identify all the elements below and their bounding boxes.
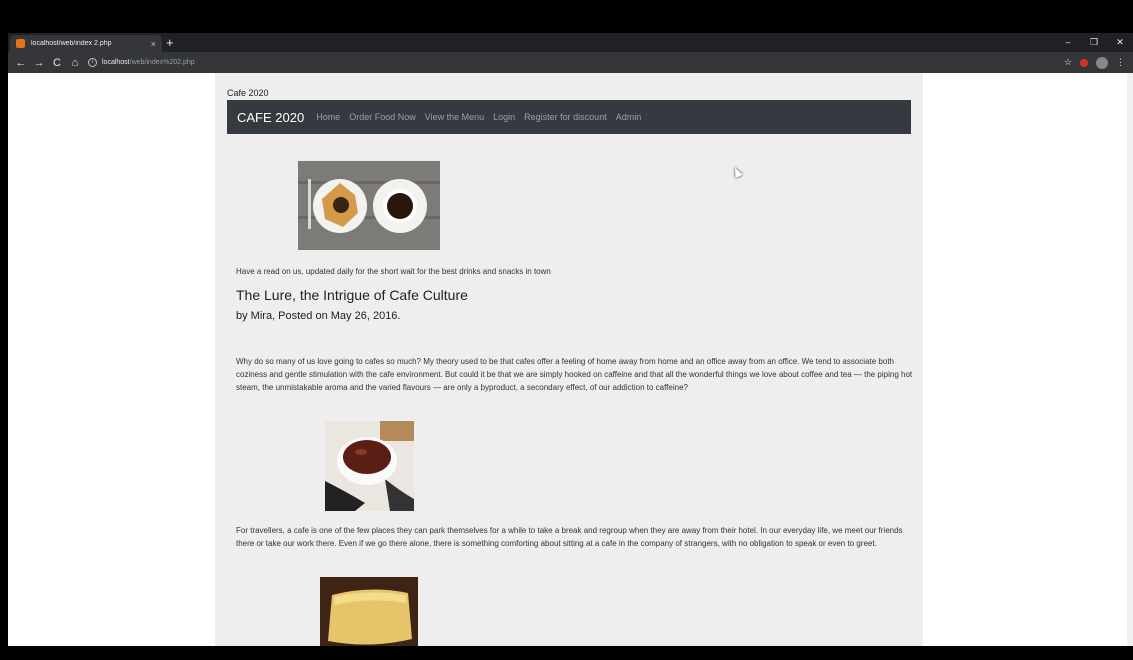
reload-button[interactable]: C <box>48 57 66 69</box>
tab-title: localhost/web/index 2.php <box>31 40 112 47</box>
nav-link-home[interactable]: Home <box>316 112 340 122</box>
article-title: The Lure, the Intrigue of Cafe Culture <box>236 287 468 303</box>
forward-button[interactable]: → <box>30 57 48 69</box>
favicon-icon <box>16 39 25 48</box>
minimize-button[interactable]: – <box>1055 35 1081 50</box>
browser-chrome: localhost/web/index 2.php × + – ❐ ✕ ← → … <box>8 33 1133 73</box>
close-window-button[interactable]: ✕ <box>1107 35 1133 50</box>
navbar: CAFE 2020 Home Order Food Now View the M… <box>227 100 911 134</box>
nav-link-order-food[interactable]: Order Food Now <box>349 112 416 122</box>
nav-link-view-menu[interactable]: View the Menu <box>425 112 484 122</box>
browser-toolbar: ← → C ⌂ i localhost/web/index%202.php ☆ … <box>8 52 1133 73</box>
cake-image <box>320 577 418 646</box>
browser-tab[interactable]: localhost/web/index 2.php × <box>10 35 162 52</box>
web-viewport: Cafe 2020 CAFE 2020 Home Order Food Now … <box>8 73 1133 646</box>
brand-link[interactable]: CAFE 2020 <box>237 110 304 125</box>
address-bar[interactable]: i localhost/web/index%202.php <box>88 55 1064 70</box>
extension-icon[interactable] <box>1080 58 1088 67</box>
tab-close-icon[interactable]: × <box>151 39 156 49</box>
profile-avatar[interactable] <box>1096 56 1108 69</box>
bookmark-star-icon[interactable]: ☆ <box>1064 57 1072 68</box>
coffee-and-pastry-image <box>298 161 440 250</box>
new-tab-button[interactable]: + <box>166 36 174 50</box>
url-path: /web/index%202.php <box>129 59 195 66</box>
window-controls: – ❐ ✕ <box>1055 35 1133 50</box>
article-paragraph-2: For travellers, a cafe is one of the few… <box>236 526 903 548</box>
info-icon[interactable]: i <box>88 58 97 67</box>
toolbar-actions: ☆ ⋮ <box>1064 56 1125 69</box>
maximize-button[interactable]: ❐ <box>1081 35 1107 50</box>
menu-icon[interactable]: ⋮ <box>1116 57 1125 68</box>
nav-link-register[interactable]: Register for discount <box>524 112 607 122</box>
page-scrollbar[interactable] <box>1127 73 1133 646</box>
home-button[interactable]: ⌂ <box>66 57 84 69</box>
tagline: Have a read on us, updated daily for the… <box>236 267 551 276</box>
article-byline: by Mira, Posted on May 26, 2016. <box>236 310 401 322</box>
back-button[interactable]: ← <box>12 57 30 69</box>
page-container: Cafe 2020 CAFE 2020 Home Order Food Now … <box>215 73 923 646</box>
nav-link-admin[interactable]: Admin <box>616 112 642 122</box>
url-host: localhost <box>102 59 130 66</box>
site-label: Cafe 2020 <box>227 88 269 98</box>
article-paragraph-1: Why do so many of us love going to cafes… <box>236 357 913 392</box>
nav-link-login[interactable]: Login <box>493 112 515 122</box>
screen: localhost/web/index 2.php × + – ❐ ✕ ← → … <box>0 0 1133 660</box>
tea-cup-image <box>325 421 414 511</box>
tab-strip: localhost/web/index 2.php × + – ❐ ✕ <box>8 33 1133 52</box>
